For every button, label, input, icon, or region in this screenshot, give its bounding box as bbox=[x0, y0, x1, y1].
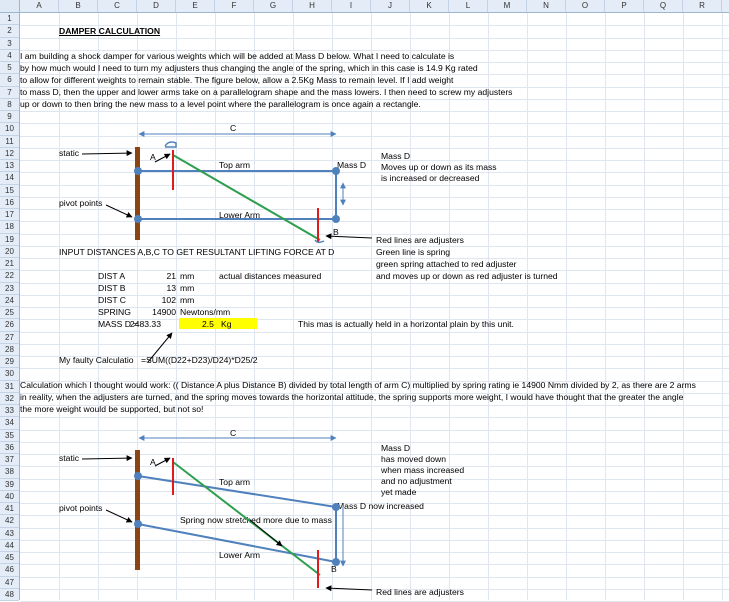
spring-2 bbox=[172, 461, 321, 576]
pivot-top bbox=[134, 167, 142, 175]
pivot-bottom bbox=[134, 215, 142, 223]
static-post-2 bbox=[135, 450, 140, 570]
diagrams-layer bbox=[81, 131, 373, 592]
spring bbox=[172, 154, 321, 241]
diagram-1 bbox=[81, 131, 373, 363]
static-post bbox=[135, 147, 140, 240]
diagram-2 bbox=[81, 435, 373, 592]
mass-d-top bbox=[332, 167, 340, 175]
lower-arm-2 bbox=[137, 523, 337, 563]
mass-d-bottom bbox=[332, 215, 340, 223]
top-arm-2 bbox=[137, 475, 337, 508]
adjuster-top-hook bbox=[164, 141, 177, 148]
